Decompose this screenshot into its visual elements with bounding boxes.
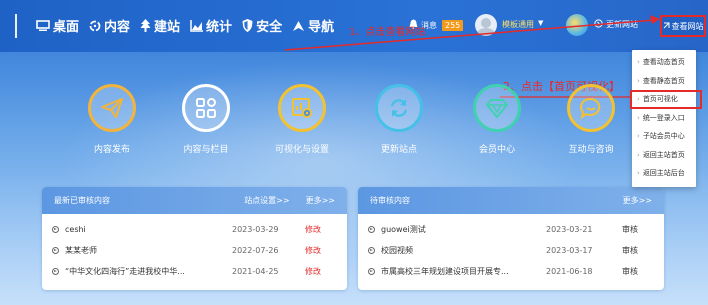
feature-label: 更新站点 — [380, 145, 417, 155]
dropdown-item-main-home[interactable]: › 返回主站首页 — [632, 146, 696, 165]
feature-label: 可视化与设置 — [274, 145, 329, 155]
dropdown-item-label: 子站会员中心 — [642, 132, 685, 141]
chevron-right-icon: › — [637, 113, 640, 122]
recent-approved-panel: 最新已审核内容 站点设置>> 更多>> ceshi 2023-03-29 修改 … — [42, 187, 347, 290]
panel-header: 待审核内容 更多>> — [358, 187, 664, 214]
row-date: 2023-03-21 — [546, 225, 593, 234]
dropdown-item-label: 返回主站后台 — [642, 169, 685, 178]
more-link[interactable]: 更多>> — [306, 195, 335, 206]
feature-label: 内容发布 — [93, 145, 130, 155]
edit-link[interactable]: 修改 — [305, 266, 321, 277]
dropdown-item-label: 统一登录入口 — [642, 113, 685, 122]
site-settings-link[interactable]: 站点设置>> — [244, 195, 289, 206]
chat-icon — [567, 84, 615, 132]
play-bullet-icon — [368, 268, 375, 275]
row-title[interactable]: “中华文化四海行”走进我校中华... — [65, 266, 185, 277]
table-row[interactable]: guowei测试 2023-03-21 审核 — [358, 220, 664, 239]
send-icon — [88, 84, 136, 132]
dropdown-item-label: 返回主站首页 — [642, 150, 685, 159]
annotation-arrowhead-1 — [650, 15, 660, 24]
table-row[interactable]: 校园视频 2023-03-17 审核 — [358, 241, 664, 260]
panel-title: 待审核内容 — [370, 196, 410, 205]
refresh-icon — [375, 84, 423, 132]
feature-shortcuts: 内容发布 内容与栏目 可视化与设置 更新站点 会员中心 互动与咨询 — [0, 84, 708, 164]
pending-review-panel: 待审核内容 更多>> guowei测试 2023-03-21 审核 校园视频 2… — [358, 187, 664, 290]
row-date: 2023-03-29 — [232, 225, 279, 234]
visual-settings-icon — [278, 84, 326, 132]
feature-content-columns[interactable]: 内容与栏目 — [161, 84, 251, 155]
dropdown-item-subsite-member[interactable]: › 子站会员中心 — [632, 127, 696, 146]
view-site-dropdown: › 查看动态首页 › 查看静态首页 › 首页可视化 › 统一登录入口 › 子站会… — [630, 50, 702, 187]
feature-content-publish[interactable]: 内容发布 — [67, 84, 157, 155]
play-bullet-icon — [52, 268, 59, 275]
annotation-arrow-1 — [284, 19, 656, 51]
row-title[interactable]: 校园视频 — [381, 245, 413, 256]
grid-icon — [182, 84, 230, 132]
dropdown-item-main-admin[interactable]: › 返回主站后台 — [632, 164, 696, 183]
chevron-right-icon: › — [637, 150, 640, 159]
diamond-icon — [473, 84, 521, 132]
chevron-right-icon: › — [637, 76, 640, 85]
feature-update-site[interactable]: 更新站点 — [354, 84, 444, 155]
chevron-right-icon: › — [637, 58, 640, 67]
dropdown-item-dynamic-home[interactable]: › 查看动态首页 — [632, 53, 696, 72]
table-row[interactable]: 市属高校三年规划建设项目开展专... 2021-06-18 审核 — [358, 262, 664, 281]
dropdown-item-label: 查看动态首页 — [642, 58, 685, 67]
play-bullet-icon — [368, 247, 375, 254]
row-title[interactable]: guowei测试 — [381, 224, 426, 235]
row-date: 2022-07-26 — [232, 246, 279, 255]
table-row[interactable]: “中华文化四海行”走进我校中华... 2021-04-25 修改 — [42, 262, 347, 281]
row-title[interactable]: 市属高校三年规划建设项目开展专... — [381, 266, 509, 277]
edit-link[interactable]: 修改 — [305, 224, 321, 235]
play-bullet-icon — [368, 226, 375, 233]
review-link[interactable]: 审核 — [622, 266, 638, 277]
review-link[interactable]: 审核 — [622, 245, 638, 256]
dropdown-item-static-home[interactable]: › 查看静态首页 — [632, 72, 696, 91]
feature-label: 互动与咨询 — [568, 145, 614, 155]
more-link[interactable]: 更多>> — [623, 195, 652, 206]
annotation-step-1: 1、点击查看网站 — [349, 27, 426, 38]
panel-title: 最新已审核内容 — [54, 196, 110, 205]
table-row[interactable]: ceshi 2023-03-29 修改 — [42, 220, 347, 239]
feature-visual-settings[interactable]: 可视化与设置 — [257, 84, 347, 155]
review-link[interactable]: 审核 — [622, 224, 638, 235]
row-title[interactable]: ceshi — [65, 225, 86, 234]
dropdown-item-label: 查看静态首页 — [642, 76, 685, 85]
dropdown-item-unified-login[interactable]: › 统一登录入口 — [632, 109, 696, 128]
dropdown-item-home-visual[interactable]: › 首页可视化 — [630, 90, 702, 109]
row-title[interactable]: 某某老师 — [65, 245, 97, 256]
feature-label: 内容与栏目 — [183, 145, 229, 155]
chevron-right-icon: › — [637, 169, 640, 178]
play-bullet-icon — [52, 226, 59, 233]
row-date: 2021-04-25 — [232, 267, 279, 276]
feature-member-center[interactable]: 会员中心 — [452, 84, 542, 155]
dropdown-item-label: 首页可视化 — [642, 95, 678, 104]
row-date: 2023-03-17 — [546, 246, 593, 255]
feature-interaction[interactable]: 互动与咨询 — [546, 84, 636, 155]
table-row[interactable]: 某某老师 2022-07-26 修改 — [42, 241, 347, 260]
row-date: 2021-06-18 — [546, 267, 593, 276]
edit-link[interactable]: 修改 — [305, 245, 321, 256]
play-bullet-icon — [52, 247, 59, 254]
chevron-right-icon: › — [637, 132, 640, 141]
chevron-right-icon: › — [637, 95, 640, 104]
feature-label: 会员中心 — [478, 145, 515, 155]
panel-header: 最新已审核内容 站点设置>> 更多>> — [42, 187, 347, 214]
